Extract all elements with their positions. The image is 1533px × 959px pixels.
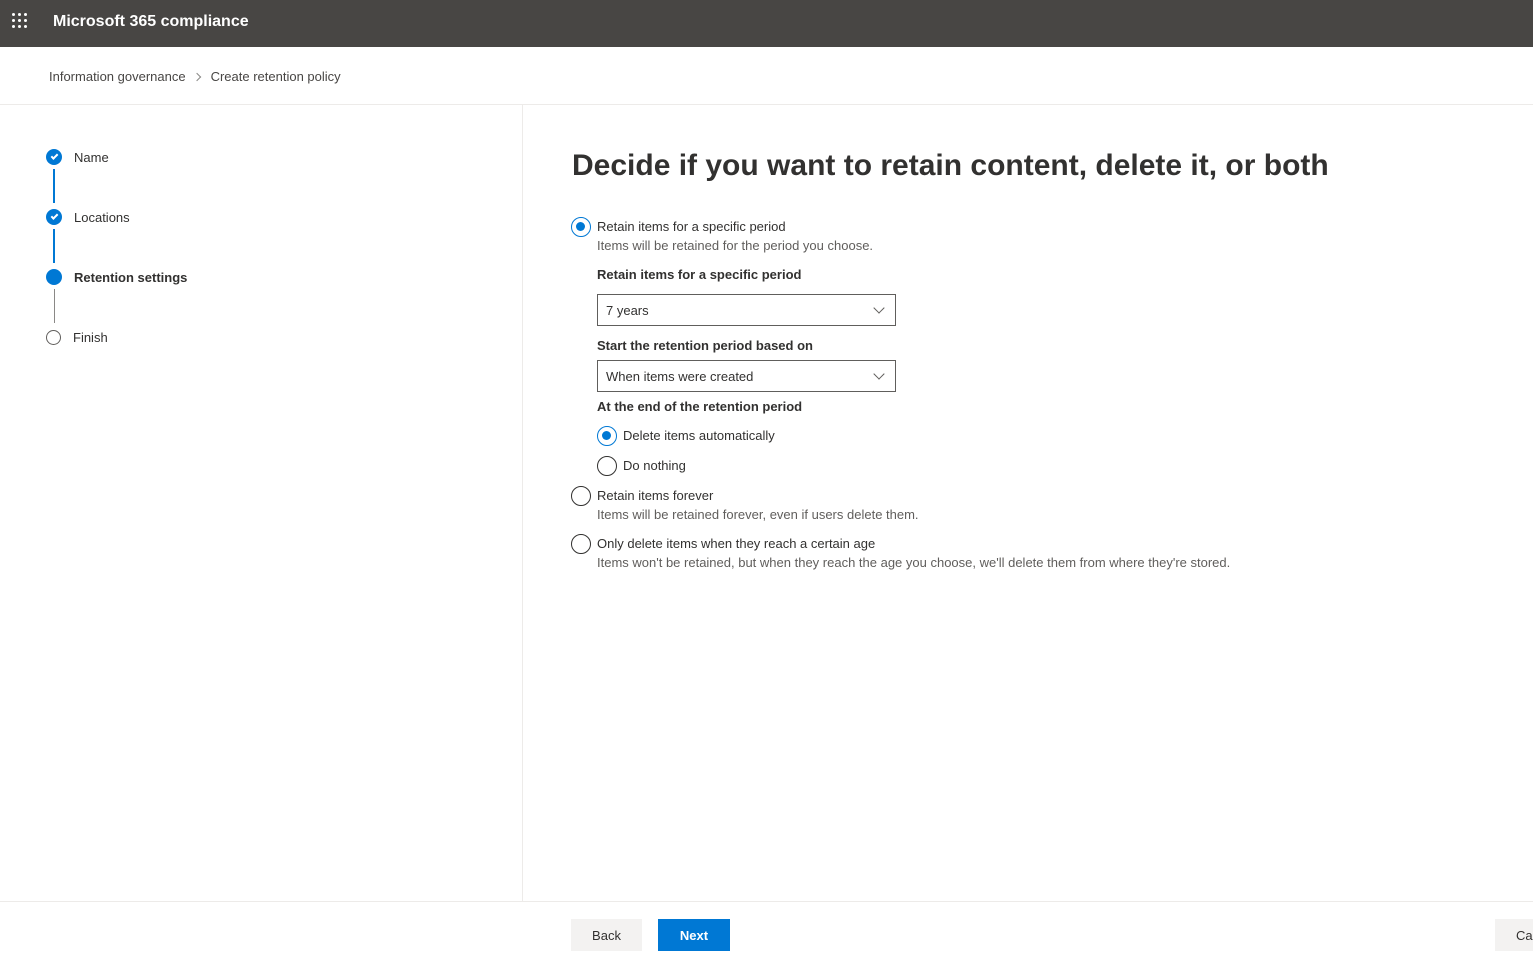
start-period-value: When items were created <box>606 368 754 384</box>
step-name[interactable]: Name <box>46 147 109 167</box>
breadcrumb: Information governance Create retention … <box>49 67 341 87</box>
empty-circle-icon <box>46 329 61 345</box>
end-period-label: At the end of the retention period <box>597 399 803 414</box>
cancel-button[interactable]: Ca <box>1495 919 1533 951</box>
step-locations[interactable]: Locations <box>46 207 130 227</box>
retain-forever-label[interactable]: Retain items forever <box>597 487 713 505</box>
breadcrumb-item-current: Create retention policy <box>210 69 341 84</box>
do-nothing-radio[interactable] <box>597 456 617 476</box>
waffle-icon[interactable] <box>12 13 30 31</box>
step-connector <box>53 289 55 323</box>
retain-forever-description: Items will be retained forever, even if … <box>597 507 919 522</box>
header-divider <box>0 104 1533 105</box>
next-button[interactable]: Next <box>658 919 730 951</box>
chevron-right-icon <box>192 72 201 82</box>
delete-automatically-radio[interactable] <box>597 426 617 446</box>
chevron-down-icon <box>873 302 885 314</box>
retain-period-description: Items will be retained for the period yo… <box>597 238 874 253</box>
chevron-down-icon <box>873 368 885 380</box>
app-title[interactable]: Microsoft 365 compliance <box>53 12 249 32</box>
delete-only-label[interactable]: Only delete items when they reach a cert… <box>597 535 875 553</box>
step-label: Finish <box>73 329 108 345</box>
step-connector <box>53 169 55 203</box>
delete-only-radio[interactable] <box>571 534 591 554</box>
retention-period-value: 7 years <box>606 302 649 318</box>
panel-divider <box>522 105 523 901</box>
start-field-label: Start the retention period based on <box>597 338 813 353</box>
step-label: Locations <box>74 209 130 225</box>
delete-only-description: Items won't be retained, but when they r… <box>597 555 1231 570</box>
retain-forever-radio[interactable] <box>571 486 591 506</box>
step-label: Name <box>74 149 109 165</box>
start-period-dropdown[interactable]: When items were created <box>597 360 896 392</box>
retain-period-radio[interactable] <box>571 217 591 237</box>
retain-period-label[interactable]: Retain items for a specific period <box>597 218 786 236</box>
period-field-label: Retain items for a specific period <box>597 267 802 282</box>
retention-period-dropdown[interactable]: 7 years <box>597 294 896 326</box>
step-connector <box>53 229 55 263</box>
page-title: Decide if you want to retain content, de… <box>572 149 1329 182</box>
step-retention-settings[interactable]: Retention settings <box>46 267 187 287</box>
step-finish[interactable]: Finish <box>46 327 108 347</box>
top-bar: Microsoft 365 compliance <box>0 0 1533 47</box>
check-circle-icon <box>46 209 62 225</box>
footer-divider <box>0 901 1533 902</box>
step-label: Retention settings <box>74 269 188 285</box>
do-nothing-label[interactable]: Do nothing <box>623 457 686 475</box>
delete-automatically-label[interactable]: Delete items automatically <box>623 427 775 445</box>
back-button[interactable]: Back <box>571 919 642 951</box>
breadcrumb-item-information-governance[interactable]: Information governance <box>49 68 186 86</box>
check-circle-icon <box>46 149 62 165</box>
current-step-icon <box>46 269 62 285</box>
